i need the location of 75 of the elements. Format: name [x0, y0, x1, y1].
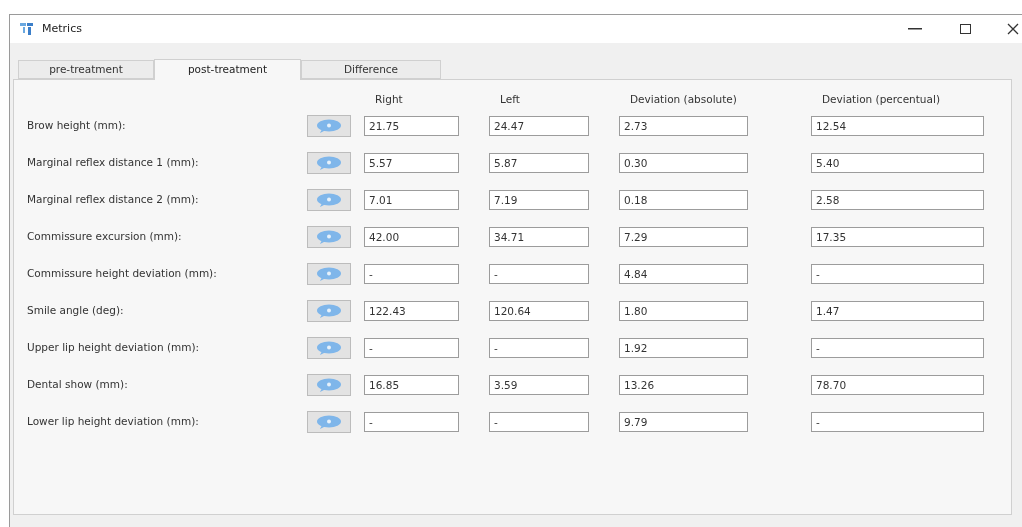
field-label: Brow height (mm):	[26, 118, 127, 134]
value-field[interactable]: -	[489, 264, 589, 284]
app-icon	[20, 22, 34, 36]
speech-bubble-icon	[316, 193, 342, 207]
value-field[interactable]: 2.73	[619, 116, 748, 136]
help-button[interactable]	[307, 337, 351, 359]
value-field[interactable]: 42.00	[364, 227, 459, 247]
window-title: Metrics	[42, 20, 82, 37]
speech-bubble-icon	[316, 156, 342, 170]
close-icon[interactable]	[1007, 23, 1019, 35]
help-button[interactable]	[307, 189, 351, 211]
help-button[interactable]	[307, 300, 351, 322]
value-field[interactable]: -	[811, 412, 984, 432]
value-field[interactable]: 4.84	[619, 264, 748, 284]
column-header: Deviation (percentual)	[821, 92, 941, 108]
help-button[interactable]	[307, 152, 351, 174]
value-field[interactable]: -	[489, 412, 589, 432]
value-field[interactable]: 7.19	[489, 190, 589, 210]
column-header: Right	[374, 92, 404, 108]
value-field[interactable]: 7.01	[364, 190, 459, 210]
help-button[interactable]	[307, 411, 351, 433]
value-field[interactable]: 1.92	[619, 338, 748, 358]
value-field[interactable]: 7.29	[619, 227, 748, 247]
field-label: Commissure height deviation (mm):	[26, 266, 218, 282]
value-field[interactable]: -	[489, 338, 589, 358]
value-field[interactable]: 16.85	[364, 375, 459, 395]
value-field[interactable]: 5.40	[811, 153, 984, 173]
help-button[interactable]	[307, 115, 351, 137]
value-field[interactable]: -	[364, 264, 459, 284]
speech-bubble-icon	[316, 415, 342, 429]
value-field[interactable]: 1.80	[619, 301, 748, 321]
value-field[interactable]: 5.57	[364, 153, 459, 173]
speech-bubble-icon	[316, 378, 342, 392]
help-button[interactable]	[307, 226, 351, 248]
help-button[interactable]	[307, 263, 351, 285]
value-field[interactable]: 2.58	[811, 190, 984, 210]
field-label: Dental show (mm):	[26, 377, 129, 393]
speech-bubble-icon	[316, 230, 342, 244]
speech-bubble-icon	[316, 341, 342, 355]
field-label: Upper lip height deviation (mm):	[26, 340, 201, 356]
minimize-icon[interactable]	[908, 28, 922, 30]
maximize-icon[interactable]	[960, 24, 971, 34]
tab[interactable]: Difference	[301, 60, 441, 79]
value-field[interactable]: -	[364, 412, 459, 432]
field-label: Commissure excursion (mm):	[26, 229, 183, 245]
value-field[interactable]: 34.71	[489, 227, 589, 247]
value-field[interactable]: -	[811, 338, 984, 358]
tab[interactable]: pre-treatment	[18, 60, 154, 79]
value-field[interactable]: 17.35	[811, 227, 984, 247]
value-field[interactable]: 0.30	[619, 153, 748, 173]
column-header: Left	[499, 92, 521, 108]
value-field[interactable]: 122.43	[364, 301, 459, 321]
value-field[interactable]: 5.87	[489, 153, 589, 173]
speech-bubble-icon	[316, 267, 342, 281]
value-field[interactable]: 1.47	[811, 301, 984, 321]
speech-bubble-icon	[316, 304, 342, 318]
field-label: Smile angle (deg):	[26, 303, 125, 319]
value-field[interactable]: 0.18	[619, 190, 748, 210]
value-field[interactable]: 24.47	[489, 116, 589, 136]
field-label: Marginal reflex distance 1 (mm):	[26, 155, 200, 171]
value-field[interactable]: 3.59	[489, 375, 589, 395]
value-field[interactable]: 78.70	[811, 375, 984, 395]
speech-bubble-icon	[316, 119, 342, 133]
help-button[interactable]	[307, 374, 351, 396]
value-field[interactable]: 12.54	[811, 116, 984, 136]
field-label: Marginal reflex distance 2 (mm):	[26, 192, 200, 208]
value-field[interactable]: 120.64	[489, 301, 589, 321]
value-field[interactable]: 21.75	[364, 116, 459, 136]
tab[interactable]: post-treatment	[154, 59, 301, 80]
value-field[interactable]: -	[811, 264, 984, 284]
value-field[interactable]: -	[364, 338, 459, 358]
field-label: Lower lip height deviation (mm):	[26, 414, 200, 430]
value-field[interactable]: 13.26	[619, 375, 748, 395]
column-header: Deviation (absolute)	[629, 92, 738, 108]
value-field[interactable]: 9.79	[619, 412, 748, 432]
